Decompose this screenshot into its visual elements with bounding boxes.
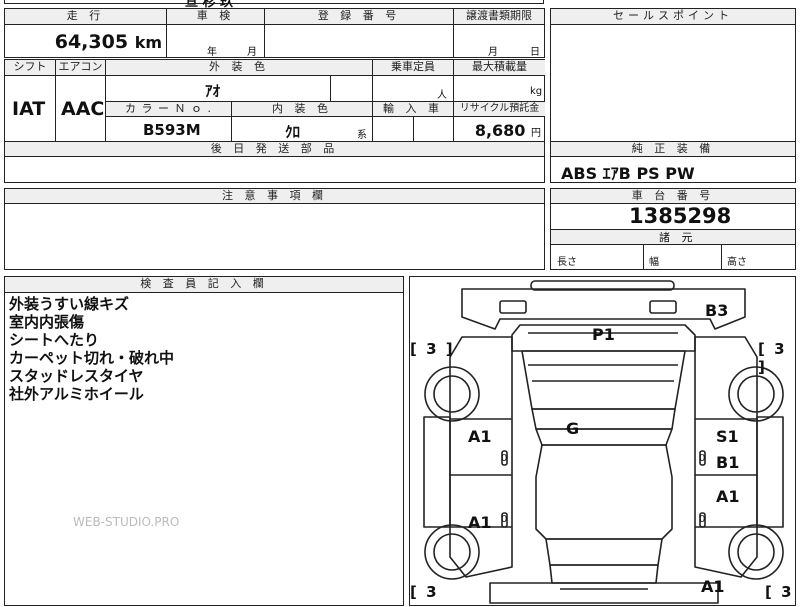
- transfer-cell: 譲渡書類期限 月 日: [453, 8, 545, 58]
- mark-b1: B1: [716, 453, 740, 472]
- dim-length-label: 長さ: [557, 257, 577, 268]
- transfer-month-unit: 月: [488, 47, 498, 58]
- tire-bracket-top-left: [ 3 ]: [410, 340, 455, 358]
- tire-bracket-bottom-right: [ 3: [765, 583, 794, 601]
- dim-width-label: 幅: [649, 257, 659, 268]
- zero-marker: 0: [501, 453, 508, 464]
- interior-color-suffix: 系: [357, 130, 367, 141]
- mileage-label: 走 行: [5, 9, 166, 25]
- interior-color-label: 内 装 色: [232, 102, 372, 117]
- chassis-cell: 車 台 番 号 1385298 諸 元 長さ 幅 高さ: [550, 188, 796, 270]
- color-no-label: カ ラ ー Ｎ ｏ .: [106, 102, 231, 117]
- capacity-label: 乗車定員: [373, 60, 453, 76]
- top-fragment-row: [4, 0, 544, 4]
- equipment-cell: 純 正 装 備 ABS ｴｱB PS PW: [550, 141, 796, 183]
- mileage-cell: 走 行 64,305 km: [4, 8, 167, 58]
- inspector-note: 社外アルミホイール: [9, 385, 144, 403]
- mark-b3: B3: [705, 301, 729, 320]
- import-car-label: 輸 入 車: [373, 102, 453, 117]
- caution-label: 注 意 事 項 欄: [5, 189, 544, 204]
- later-parts-label: 後 日 発 送 部 品: [5, 142, 544, 157]
- mileage-number: 64,305: [54, 31, 129, 53]
- sales-point-cell: セールスポイント: [550, 8, 796, 142]
- aircon-label: エアコン: [56, 60, 105, 76]
- zero-marker: 0: [501, 514, 508, 525]
- inspector-note: 室内内張傷: [9, 313, 85, 331]
- mark-g: G: [566, 419, 580, 438]
- inspector-note: 外装うすい線キズ: [9, 295, 130, 313]
- recycle-value: 8,680 円: [475, 121, 541, 140]
- registration-label: 登 録 番 号: [265, 9, 453, 25]
- tire-bracket-bottom-left: [ 3: [410, 583, 439, 601]
- chassis-label: 車 台 番 号: [551, 189, 795, 204]
- inspector-cell: 検 査 員 記 入 欄 外装うすい線キズ 室内内張傷 シートへたり カーペット切…: [4, 276, 404, 606]
- shaken-month-unit: 月: [247, 47, 257, 58]
- mark-a1-rear-right: A1: [701, 577, 725, 596]
- inspector-note: シートへたり: [9, 331, 100, 349]
- dim-height-label: 高さ: [727, 257, 747, 268]
- capacity-unit: 人: [437, 90, 447, 101]
- aircon-value: AAC: [61, 98, 105, 120]
- shift-value: IAT: [12, 98, 46, 120]
- inspector-note: スタッドレスタイヤ: [9, 367, 144, 385]
- exterior-color-label: 外 装 色: [106, 60, 372, 76]
- dimensions-label: 諸 元: [659, 231, 697, 244]
- exterior-color-value: ｱｵ: [205, 82, 221, 100]
- equipment-label: 純 正 装 備: [551, 142, 795, 157]
- car-diagram-panel: B3 P1 G A1 A1 S1 B1 A1 A1 0 0 0 0: [409, 276, 796, 606]
- equipment-value: ABS ｴｱB PS PW: [561, 164, 695, 183]
- max-load-unit: kg: [530, 86, 543, 97]
- shaken-label: 車 検: [167, 9, 264, 25]
- transfer-label: 譲渡書類期限: [454, 9, 544, 25]
- recycle-label: リサイクル預託金: [454, 102, 545, 117]
- zero-marker: 0: [699, 514, 706, 525]
- tire-bracket-top-right: [ 3 ]: [758, 340, 787, 376]
- later-parts-cell: 後 日 発 送 部 品: [4, 141, 545, 183]
- shaken-cell: 車 検 年 月: [166, 8, 265, 58]
- transfer-day-unit: 日: [530, 47, 540, 58]
- chassis-value: 1385298: [629, 204, 732, 228]
- mark-a1-front-right: A1: [716, 487, 740, 506]
- recycle-number: 8,680: [474, 121, 526, 140]
- recycle-unit: 円: [531, 128, 541, 139]
- registration-cell: 登 録 番 号: [264, 8, 454, 58]
- max-load-label: 最大積載量: [454, 60, 545, 76]
- caution-cell: 注 意 事 項 欄: [4, 188, 545, 270]
- inspector-notes: 外装うすい線キズ 室内内張傷 シートへたり カーペット切れ・破れ中 スタッドレス…: [9, 295, 174, 403]
- interior-color-value: ｸﾛ: [285, 123, 301, 141]
- mark-a1-front-left: A1: [468, 427, 492, 446]
- shaken-year-unit: 年: [207, 47, 217, 58]
- inspector-note: カーペット切れ・破れ中: [9, 349, 175, 367]
- mileage-value: 64,305 km: [55, 31, 162, 53]
- inspector-label: 検 査 員 記 入 欄: [5, 277, 403, 293]
- mark-s1: S1: [716, 427, 739, 446]
- color-no-value: B593M: [143, 121, 201, 139]
- mileage-unit: km: [134, 33, 162, 52]
- mark-a1-rear-left: A1: [468, 513, 492, 532]
- shift-label: シフト: [5, 60, 55, 76]
- mark-p1: P1: [592, 325, 615, 344]
- watermark: WEB-STUDIO.PRO: [73, 515, 180, 529]
- zero-marker: 0: [699, 453, 706, 464]
- spec-block: シフト IAT エアコン AAC 外 装 色 ｱｵ 乗車定員 人 最大積載量 k…: [4, 59, 545, 142]
- sales-point-label: セールスポイント: [551, 9, 795, 25]
